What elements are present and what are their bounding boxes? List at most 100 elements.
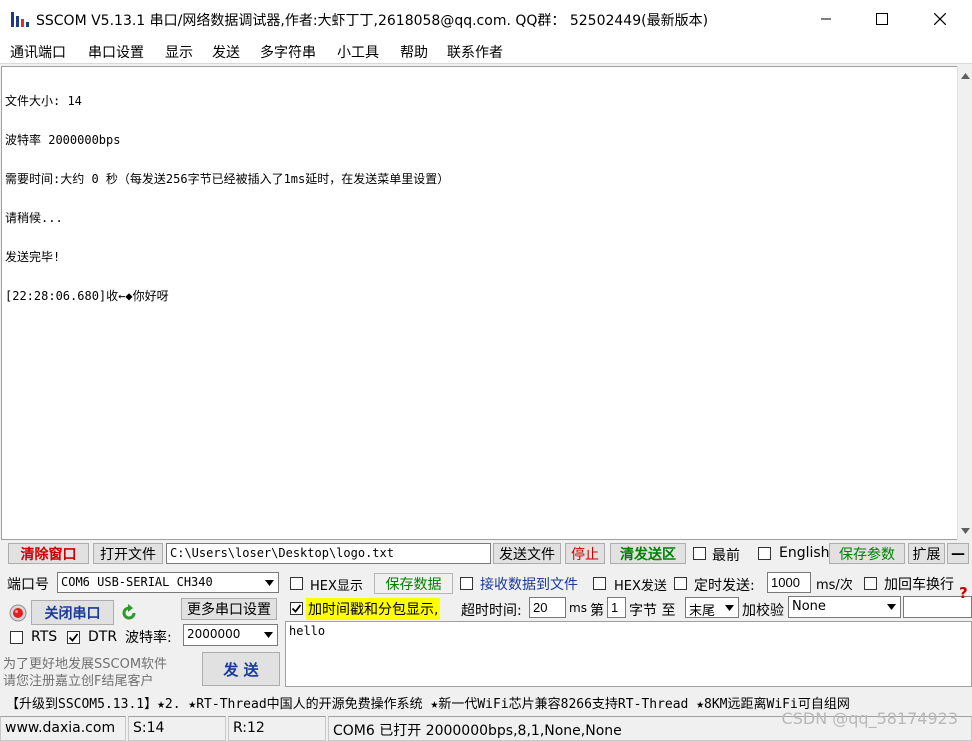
save-data-label: 保存数据 [385,576,442,593]
topmost-label: 最前 [712,548,740,564]
receive-line: 请稍候... [5,211,63,225]
scroll-down-arrow-icon[interactable] [960,525,971,536]
save-params-label: 保存参数 [839,546,895,563]
english-label: English [779,545,830,561]
receive-line: 文件大小: 14 [5,94,82,108]
chevron-down-icon [261,574,277,591]
close-port-label: 关闭串口 [44,605,101,622]
refresh-icon[interactable] [120,604,138,622]
close-icon [934,13,946,25]
more-serial-settings-label: 更多串口设置 [187,602,271,618]
hex-send-checkbox[interactable] [593,577,606,590]
more-serial-settings-button[interactable]: 更多串口设置 [181,598,277,620]
dtr-checkbox[interactable] [67,631,80,644]
add-crlf-label: 加回车换行 [884,577,954,593]
menu-contact-author[interactable]: 联系作者 [447,42,503,62]
collapse-button[interactable]: — [947,543,969,564]
clear-send-area-label: 清发送区 [620,546,676,563]
timestamp-label: 加时间戳和分包显示, [306,598,441,620]
checksum-value: None [792,599,826,614]
send-file-label: 发送文件 [499,546,555,563]
minimize-button[interactable] [797,0,855,38]
checkmark-icon [68,633,79,642]
baud-value: 2000000 [187,627,241,641]
save-params-button[interactable]: 保存参数 [829,543,905,564]
add-crlf-checkbox[interactable] [864,577,877,590]
recv-to-file-label: 接收数据到文件 [480,577,578,593]
end-select[interactable]: 末尾 [685,597,739,618]
svg-text:?: ? [959,584,968,602]
timeout-field[interactable]: 20 [529,597,566,618]
receive-line: 波特率 2000000bps [5,133,121,147]
receive-line: 发送完毕! [5,250,61,264]
rts-checkbox[interactable] [10,631,23,644]
send-file-button[interactable]: 发送文件 [493,543,561,564]
menu-multi-string[interactable]: 多字符串 [260,42,316,62]
sscom-window: SSCOM V5.13.1 串口/网络数据调试器,作者:大虾丁丁,2618058… [0,0,972,741]
interval-unit-label: ms/次 [816,578,853,593]
send-textarea[interactable]: hello [285,621,972,687]
chevron-down-icon [721,599,737,616]
window-title: SSCOM V5.13.1 串口/网络数据调试器,作者:大虾丁丁,2618058… [36,13,709,29]
expand-button[interactable]: 扩展 [908,543,945,564]
open-file-button[interactable]: 打开文件 [93,543,163,564]
menu-send[interactable]: 发送 [212,42,240,62]
maximize-button[interactable] [853,0,911,38]
receive-scrollbar[interactable] [957,66,972,540]
baud-label: 波特率: [125,630,172,646]
title-bar: SSCOM V5.13.1 串口/网络数据调试器,作者:大虾丁丁,2618058… [0,0,972,38]
byte-to-label: 字节 至 [629,603,676,619]
topmost-checkbox[interactable] [693,547,706,560]
recv-to-file-checkbox[interactable] [460,577,473,590]
checksum-label: 加校验 [742,603,784,619]
close-button[interactable] [911,0,969,38]
checksum-select[interactable]: None [788,596,901,618]
port-status-led-icon [9,604,27,622]
promo-line-2: 请您注册嘉立创F结尾客户 [3,674,154,689]
english-checkbox[interactable] [758,547,771,560]
nth-field[interactable]: 1 [607,597,626,618]
port-value: COM6 USB-SERIAL CH340 [61,575,213,589]
port-select[interactable]: COM6 USB-SERIAL CH340 [57,572,279,593]
dtr-label: DTR [88,629,118,645]
scroll-up-arrow-icon[interactable] [960,70,971,81]
status-sent-count: S:14 [128,716,226,741]
menu-serial-settings[interactable]: 串口设置 [88,42,144,62]
nth-label: 第 [590,603,604,619]
maximize-icon [876,13,888,25]
close-port-button[interactable]: 关闭串口 [31,600,114,625]
chevron-down-icon [260,626,276,644]
timed-send-checkbox[interactable] [674,577,687,590]
menu-bar: 通讯端口 串口设置 显示 发送 多字符串 小工具 帮助 联系作者 [0,38,972,64]
menu-comm-port[interactable]: 通讯端口 [10,42,66,62]
file-path-field[interactable]: C:\Users\loser\Desktop\logo.txt [166,543,491,564]
status-website[interactable]: www.daxia.com [0,716,126,741]
clear-window-button[interactable]: 清除窗口 [8,543,89,564]
menu-help[interactable]: 帮助 [400,42,428,62]
clear-send-area-button[interactable]: 清发送区 [610,543,686,564]
menu-tools[interactable]: 小工具 [337,42,379,62]
save-data-button[interactable]: 保存数据 [374,573,453,594]
stop-button[interactable]: 停止 [565,543,605,564]
interval-field[interactable]: 1000 [767,572,811,593]
receive-line: 需要时间:大约 0 秒（每发送256字节已经被插入了1ms延时，在发送菜单里设置… [5,172,450,186]
hex-send-label: HEX发送 [614,579,667,594]
end-value: 末尾 [689,604,716,618]
hex-display-checkbox[interactable] [290,577,303,590]
timestamp-checkbox[interactable] [290,602,303,615]
baud-select[interactable]: 2000000 [183,624,278,646]
menu-display[interactable]: 显示 [165,42,193,62]
sscom-app-icon [11,12,29,27]
open-file-label: 打开文件 [100,546,156,563]
clear-window-label: 清除窗口 [20,546,77,563]
stop-label: 停止 [571,546,599,563]
chevron-down-icon [883,598,899,616]
status-recv-count: R:12 [228,716,326,741]
receive-textarea[interactable]: 文件大小: 14 波特率 2000000bps 需要时间:大约 0 秒（每发送2… [1,66,957,540]
help-question-icon[interactable]: ? [957,584,971,602]
send-button[interactable]: 发 送 [202,652,280,686]
timeout-unit-label: ms [569,601,587,615]
receive-line: [22:28:06.680]收←◆你好呀 [5,289,169,303]
csdn-watermark: CSDN @qq_58174923 [781,709,958,728]
checkmark-icon [291,604,302,613]
